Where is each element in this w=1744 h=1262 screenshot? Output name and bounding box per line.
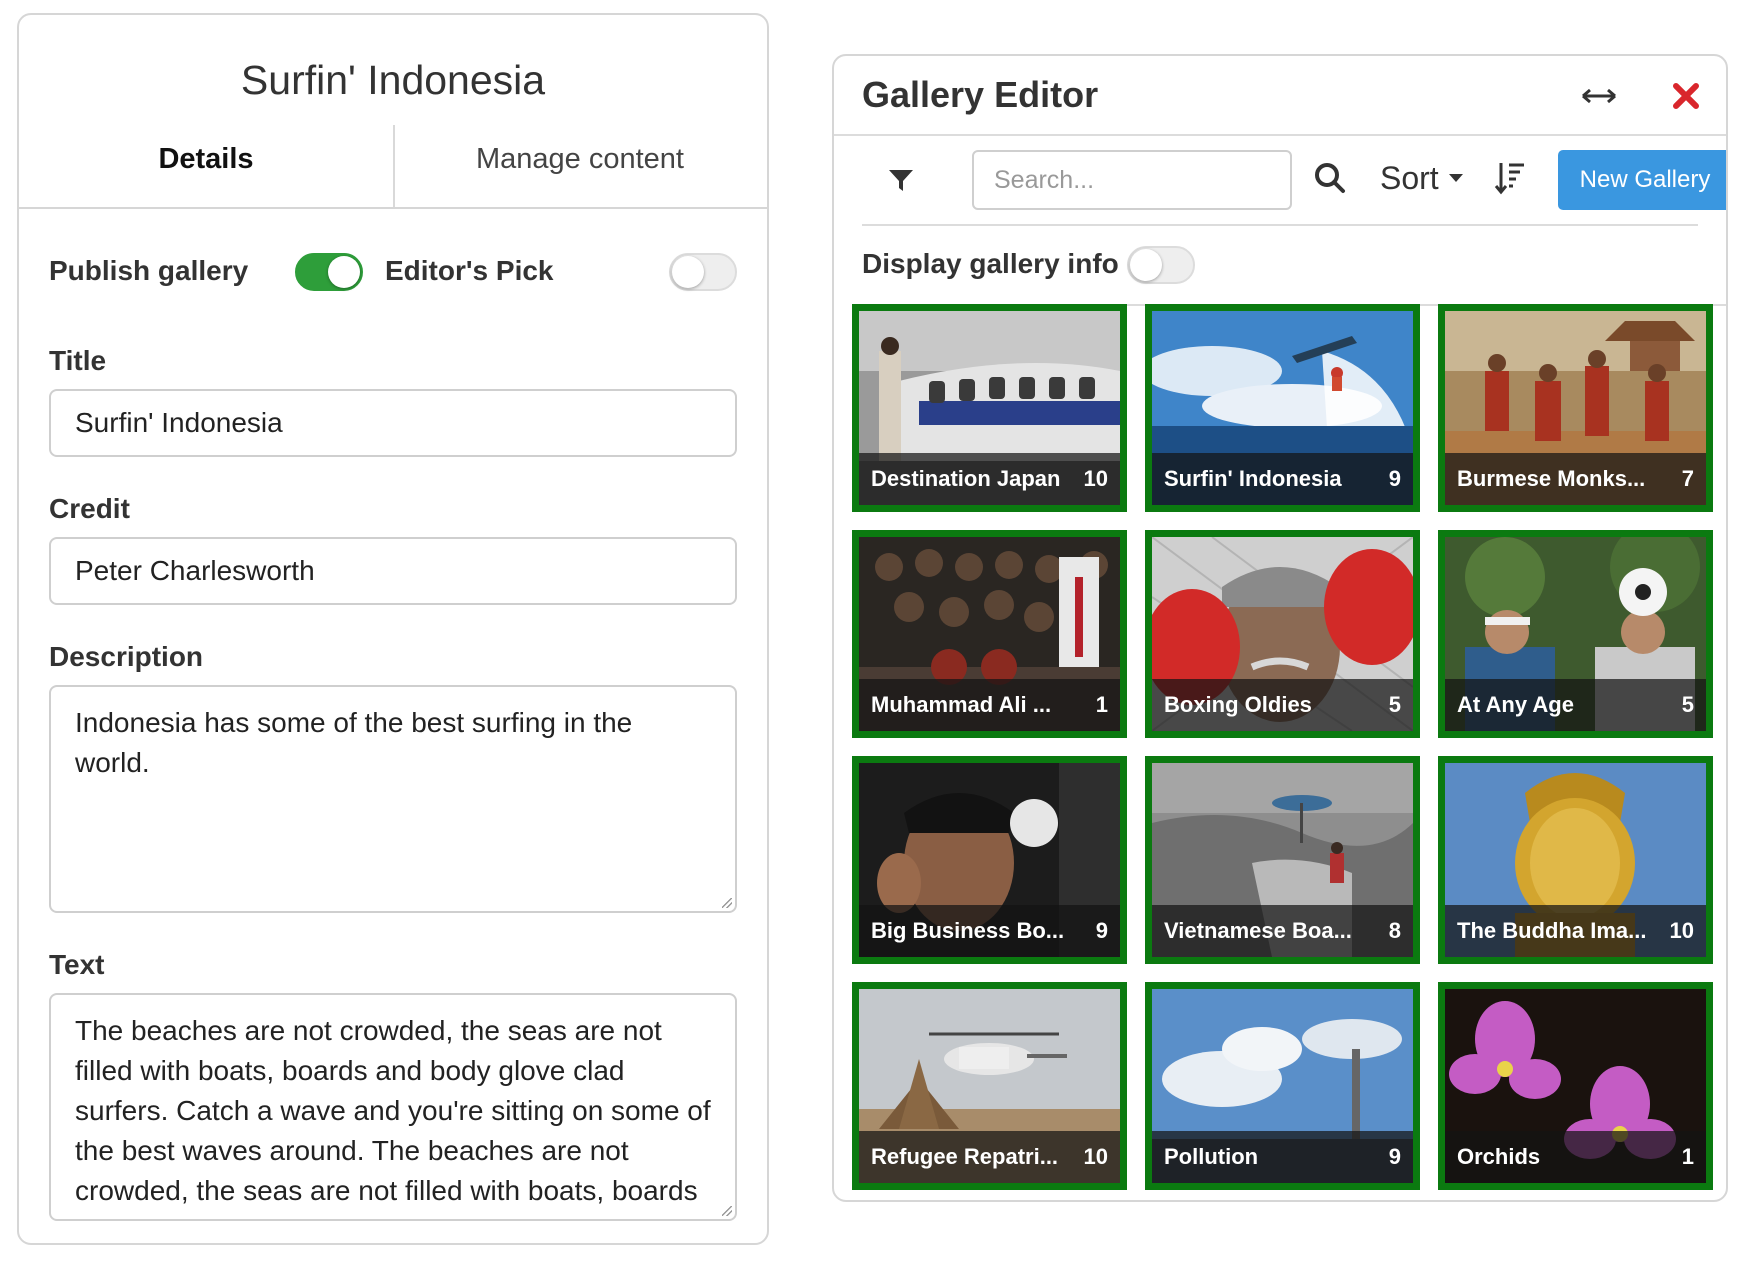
- gallery-name: Boxing Oldies: [1164, 692, 1312, 717]
- new-gallery-button[interactable]: New Gallery: [1558, 150, 1726, 210]
- description-label: Description: [49, 641, 204, 672]
- display-info-row: Display gallery info: [862, 226, 1726, 306]
- resize-grip-icon[interactable]: [722, 898, 732, 908]
- display-gallery-info-label: Display gallery info: [862, 248, 1119, 279]
- search-input[interactable]: [972, 150, 1292, 210]
- toggle-knob: [328, 256, 360, 288]
- gallery-name: Surfin' Indonesia: [1164, 466, 1342, 491]
- text-label: Text: [49, 949, 105, 980]
- sort-dropdown[interactable]: Sort: [1380, 158, 1463, 198]
- gallery-tile[interactable]: Surfin' Indonesia 9: [1145, 304, 1420, 512]
- gallery-name: Burmese Monks...: [1457, 466, 1646, 491]
- gallery-editor-panel: Gallery Editor Sor: [832, 54, 1728, 1202]
- gallery-caption: Orchids 1: [1445, 1131, 1706, 1183]
- toggle-knob: [1130, 249, 1162, 281]
- gallery-toolbar: Sort New Gallery: [862, 136, 1726, 226]
- gallery-tile[interactable]: Vietnamese Boa... 8: [1145, 756, 1420, 964]
- description-field[interactable]: Indonesia has some of the best surfing i…: [49, 685, 737, 913]
- tab-manage-content[interactable]: Manage content: [393, 111, 767, 207]
- gallery-caption: Surfin' Indonesia 9: [1152, 453, 1413, 505]
- gallery-count: 1: [1095, 692, 1108, 717]
- gallery-editor-title: Gallery Editor: [862, 74, 1099, 115]
- caret-down-icon: [1448, 174, 1463, 182]
- gallery-caption: Destination Japan 10: [859, 453, 1120, 505]
- gallery-name: Orchids: [1457, 1144, 1541, 1169]
- gallery-tile[interactable]: Muhammad Ali ... 1: [852, 530, 1127, 738]
- gallery-count: 5: [1388, 692, 1401, 717]
- gallery-count: 9: [1388, 466, 1401, 491]
- gallery-count: 5: [1681, 692, 1694, 717]
- gallery-grid: Destination Japan 10 Surfin' Indonesia 9: [852, 304, 1713, 1190]
- tab-details[interactable]: Details: [19, 111, 393, 207]
- gallery-details-panel: Surfin' Indonesia Details Manage content…: [17, 13, 769, 1245]
- description-text: Indonesia has some of the best surfing i…: [75, 707, 633, 778]
- gallery-name: Vietnamese Boa...: [1164, 918, 1352, 943]
- expand-horizontal-icon[interactable]: [1579, 76, 1619, 116]
- gallery-tile[interactable]: Big Business Bo... 9: [852, 756, 1127, 964]
- gallery-caption: Pollution 9: [1152, 1131, 1413, 1183]
- gallery-caption: At Any Age 5: [1445, 679, 1706, 731]
- publish-gallery-label: Publish gallery: [49, 255, 249, 286]
- sort-direction-icon[interactable]: [1490, 156, 1530, 200]
- gallery-count: 10: [1083, 1144, 1108, 1169]
- close-icon[interactable]: [1666, 76, 1706, 116]
- gallery-editor-header: Gallery Editor: [834, 56, 1726, 136]
- gallery-name: Big Business Bo...: [871, 918, 1065, 943]
- gallery-caption: Refugee Repatri... 10: [859, 1131, 1120, 1183]
- gallery-name: The Buddha Ima...: [1457, 918, 1647, 943]
- gallery-tile[interactable]: Orchids 1: [1438, 982, 1713, 1190]
- resize-grip-icon[interactable]: [722, 1206, 732, 1216]
- editors-pick-toggle[interactable]: [669, 253, 737, 291]
- credit-field[interactable]: Peter Charlesworth: [49, 537, 737, 605]
- filter-icon[interactable]: [884, 164, 918, 198]
- gallery-count: 9: [1388, 1144, 1401, 1169]
- gallery-tile[interactable]: Destination Japan 10: [852, 304, 1127, 512]
- display-gallery-info-toggle[interactable]: [1127, 246, 1195, 284]
- editors-pick-label: Editor's Pick: [385, 255, 554, 286]
- gallery-caption: The Buddha Ima... 10: [1445, 905, 1706, 957]
- text-field[interactable]: The beaches are not crowded, the seas ar…: [49, 993, 737, 1221]
- gallery-tile[interactable]: The Buddha Ima... 10: [1438, 756, 1713, 964]
- gallery-count: 9: [1095, 918, 1108, 943]
- text-content: The beaches are not crowded, the seas ar…: [75, 1015, 711, 1219]
- gallery-tile[interactable]: Refugee Repatri... 10: [852, 982, 1127, 1190]
- title-field[interactable]: Surfin' Indonesia: [49, 389, 737, 457]
- search-icon[interactable]: [1310, 158, 1350, 198]
- gallery-caption: Big Business Bo... 9: [859, 905, 1120, 957]
- sort-label: Sort: [1380, 159, 1439, 196]
- gallery-name: At Any Age: [1457, 692, 1574, 717]
- publish-gallery-toggle[interactable]: [295, 253, 363, 291]
- toggle-row: Publish gallery Editor's Pick: [49, 251, 737, 301]
- title-label: Title: [49, 345, 107, 376]
- toggle-knob: [672, 256, 704, 288]
- panel-title: Surfin' Indonesia: [240, 57, 546, 103]
- gallery-name: Refugee Repatri...: [871, 1144, 1059, 1169]
- gallery-name: Pollution: [1164, 1144, 1259, 1169]
- gallery-count: 1: [1681, 1144, 1694, 1169]
- gallery-tile[interactable]: Burmese Monks... 7: [1438, 304, 1713, 512]
- tab-bar: Details Manage content: [19, 111, 767, 209]
- gallery-caption: Vietnamese Boa... 8: [1152, 905, 1413, 957]
- gallery-count: 7: [1681, 466, 1694, 491]
- gallery-caption: Burmese Monks... 7: [1445, 453, 1706, 505]
- gallery-caption: Boxing Oldies 5: [1152, 679, 1413, 731]
- gallery-tile[interactable]: Pollution 9: [1145, 982, 1420, 1190]
- gallery-name: Destination Japan: [871, 466, 1061, 491]
- gallery-count: 10: [1083, 466, 1108, 491]
- gallery-count: 10: [1669, 918, 1694, 943]
- gallery-caption: Muhammad Ali ... 1: [859, 679, 1120, 731]
- gallery-name: Muhammad Ali ...: [871, 692, 1052, 717]
- gallery-tile[interactable]: At Any Age 5: [1438, 530, 1713, 738]
- gallery-tile[interactable]: Boxing Oldies 5: [1145, 530, 1420, 738]
- credit-label: Credit: [49, 493, 130, 524]
- gallery-count: 8: [1388, 918, 1401, 943]
